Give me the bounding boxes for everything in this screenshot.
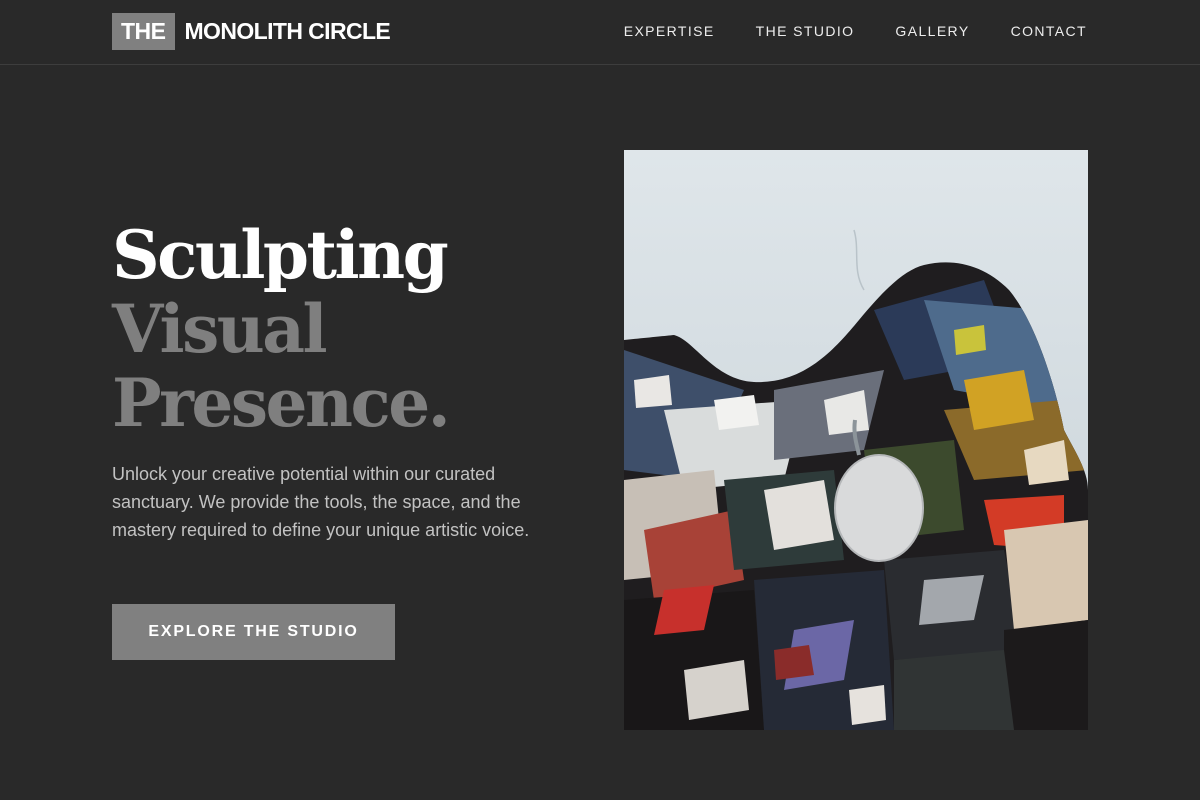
headline-line-3: Presence. <box>112 364 451 442</box>
main-nav: EXPERTISE THE STUDIO GALLERY CONTACT <box>624 22 1087 40</box>
nav-link-contact[interactable]: CONTACT <box>1011 22 1087 40</box>
nav-link-expertise[interactable]: EXPERTISE <box>624 22 715 40</box>
explore-studio-button[interactable]: EXPLORE THE STUDIO <box>112 604 395 660</box>
site-header: THE MONOLITH CIRCLE EXPERTISE THE STUDIO… <box>0 0 1200 65</box>
hero-image-paint-palette <box>624 150 1088 730</box>
hero-intro-text: Unlock your creative potential within ou… <box>112 464 530 540</box>
brand-name: MONOLITH CIRCLE <box>184 18 391 44</box>
brand-prefix: THE <box>112 13 175 50</box>
headline-line-1: Sculpting <box>112 216 449 294</box>
hero-headline: Sculpting Visual Presence. <box>112 216 451 442</box>
paint-palette-illustration <box>624 150 1088 730</box>
headline-line-2: Visual <box>112 290 328 368</box>
nav-link-the-studio[interactable]: THE STUDIO <box>756 22 855 40</box>
nav-link-gallery[interactable]: GALLERY <box>895 22 969 40</box>
brand-logo[interactable]: THE MONOLITH CIRCLE <box>112 13 391 50</box>
